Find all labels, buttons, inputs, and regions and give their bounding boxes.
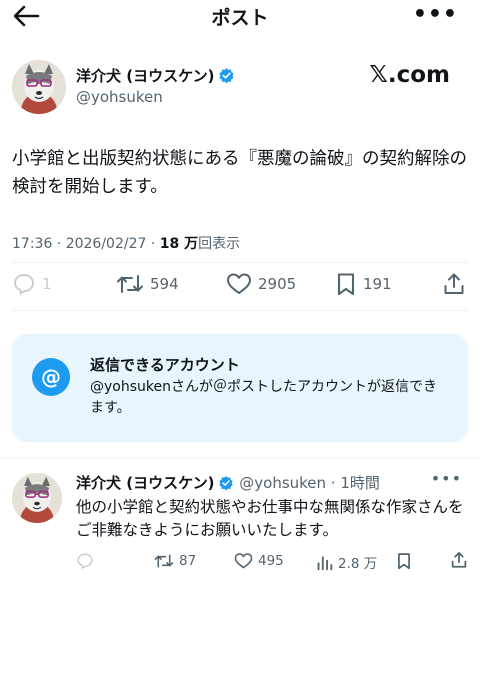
reply-author[interactable]: 洋介犬 (ヨウスケン) @yohsuken · 1時間 — [76, 472, 380, 493]
reply-restriction-notice: @ 返信できるアカウント @yohsukenさんが＠ポストしたアカウントが返信で… — [12, 334, 468, 442]
repost-count: 594 — [150, 275, 179, 293]
bookmark-icon — [398, 553, 410, 570]
author-name-text: 洋介犬 (ヨウスケン) — [76, 67, 215, 85]
reply-bookmark-button[interactable] — [396, 552, 412, 570]
reply-like-count: 495 — [258, 553, 284, 569]
like-icon — [234, 553, 253, 569]
timestamp: 17:36 · 2026/02/27 · — [12, 236, 160, 252]
bookmark-button[interactable]: 191 — [335, 272, 392, 296]
reply-more-icon[interactable]: ••• — [431, 469, 462, 488]
post-text: 小学館と出版契約状態にある『悪魔の論破』の契約解除の検討を開始します。 — [12, 149, 467, 197]
reply-count: 1 — [42, 275, 52, 293]
page-title: ポスト — [211, 7, 269, 29]
like-icon — [227, 273, 251, 294]
reply-like-button[interactable]: 495 — [234, 552, 284, 570]
reply-author-name: 洋介犬 (ヨウスケン) — [76, 474, 215, 492]
repost-button[interactable]: 594 — [116, 272, 179, 296]
author-name[interactable]: 洋介犬 (ヨウスケン) — [76, 65, 235, 86]
bookmark-count: 191 — [363, 275, 392, 293]
verified-icon — [219, 476, 234, 491]
reply-repost-count: 87 — [179, 553, 197, 569]
views-label: 回表示 — [198, 236, 241, 252]
divider — [0, 458, 480, 459]
xcom-watermark: 𝕏.com — [369, 62, 450, 88]
top-bar: ポスト ••• — [0, 0, 480, 34]
post-meta: 17:36 · 2026/02/27 · 18 万回表示 — [12, 233, 240, 253]
notice-title: 返信できるアカウント — [90, 356, 240, 374]
reply-share-button[interactable] — [450, 551, 468, 569]
notice-description: @yohsukenさんが＠ポストしたアカウントが返信できます。 — [90, 379, 437, 416]
reply-views-button[interactable]: 2.8 万 — [316, 552, 377, 572]
share-button[interactable] — [442, 272, 466, 296]
reply-avatar[interactable] — [12, 473, 62, 523]
reply-handle-time: @yohsuken · 1時間 — [239, 474, 380, 492]
reply-icon — [14, 274, 34, 295]
post-actions: 1 594 2905 191 — [0, 272, 480, 300]
author-handle[interactable]: @yohsuken — [76, 88, 163, 106]
share-icon — [444, 273, 464, 294]
share-icon — [451, 552, 467, 568]
like-count: 2905 — [258, 275, 297, 293]
divider — [12, 310, 468, 311]
reply-views-count: 2.8 万 — [338, 556, 378, 572]
repost-icon — [117, 275, 143, 293]
reply-reply-button[interactable] — [76, 552, 94, 570]
views-count: 18 万 — [159, 236, 199, 252]
reply-repost-button[interactable]: 87 — [154, 552, 196, 570]
repost-icon — [154, 554, 174, 568]
reply-text: 他の小学館と契約状態やお仕事中な無関係な作家さんをご非難なきようにお願いいたしま… — [76, 498, 464, 539]
bookmark-icon — [337, 273, 355, 296]
like-button[interactable]: 2905 — [226, 272, 296, 296]
divider — [12, 262, 468, 263]
avatar[interactable] — [12, 60, 66, 114]
at-icon: @ — [32, 358, 70, 396]
reply-button[interactable]: 1 — [12, 272, 52, 296]
more-icon[interactable]: ••• — [413, 4, 458, 26]
views-icon — [317, 555, 333, 570]
reply-icon — [77, 553, 93, 569]
verified-icon — [219, 68, 235, 84]
